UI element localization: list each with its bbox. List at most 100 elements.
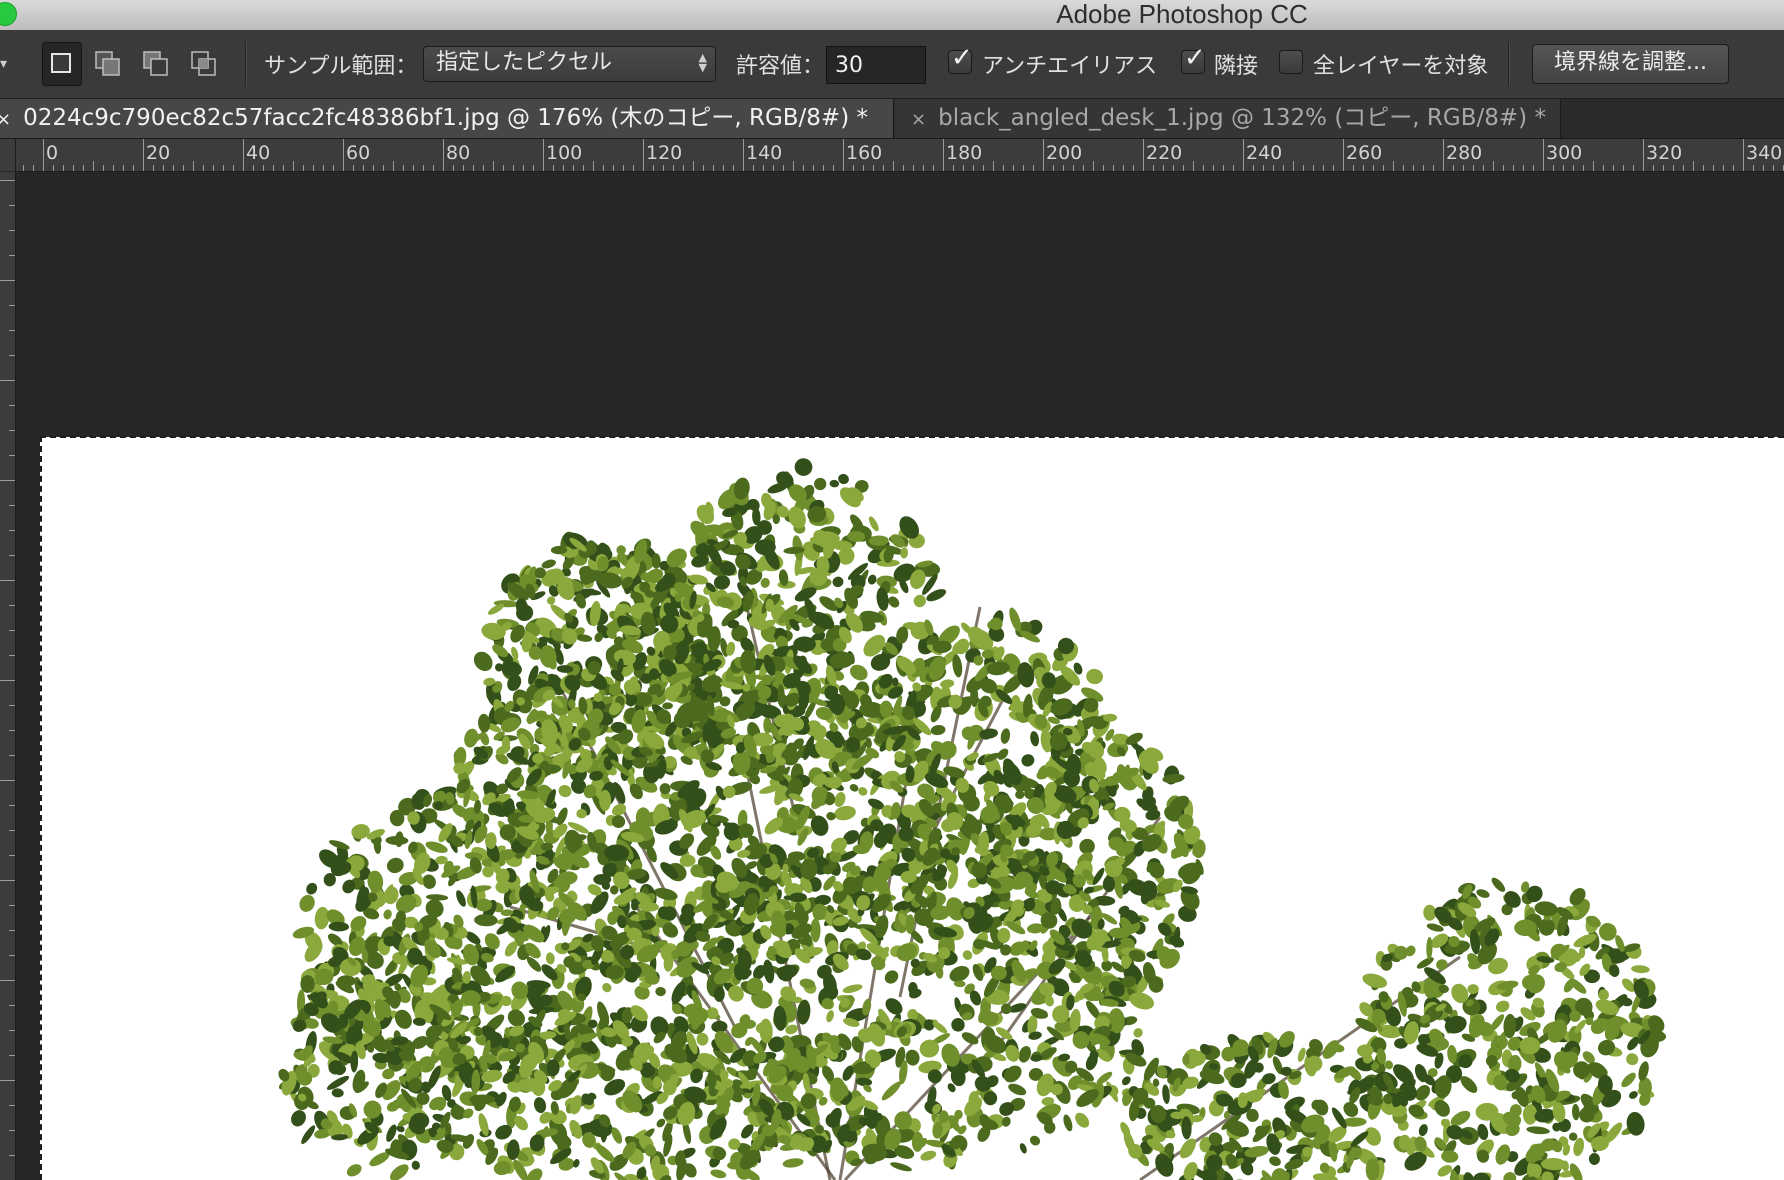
ruler-tick xyxy=(1033,165,1034,171)
ruler-label: 240 xyxy=(1246,142,1283,164)
ruler-tick xyxy=(1023,165,1024,171)
ruler-tick xyxy=(343,139,344,171)
ruler-origin[interactable] xyxy=(0,139,16,171)
ruler-tick xyxy=(9,605,15,606)
tree-leaf xyxy=(832,576,844,588)
ruler-tick xyxy=(9,1005,15,1006)
ruler-tick xyxy=(1043,139,1044,171)
ruler-tick xyxy=(553,165,554,171)
subtract-selection-button[interactable] xyxy=(136,42,176,86)
ruler-tick xyxy=(1343,139,1344,171)
anti-alias-label[interactable]: アンチエイリアス xyxy=(982,48,1157,80)
ruler-label: 260 xyxy=(1346,142,1383,164)
ruler-tick xyxy=(9,755,15,756)
sample-all-layers-label[interactable]: 全レイヤーを対象 xyxy=(1313,48,1488,80)
ruler-tick xyxy=(623,165,624,171)
ruler-tick xyxy=(413,165,414,171)
ruler-tick xyxy=(0,380,15,381)
tree-leaf xyxy=(306,882,318,895)
ruler-label: 140 xyxy=(746,142,783,164)
tree-leaf xyxy=(1121,1076,1131,1086)
tree-leaf xyxy=(473,651,493,672)
tree-leaf xyxy=(659,783,671,795)
tree-leaf xyxy=(1418,1124,1428,1137)
ruler-tick xyxy=(1593,161,1594,171)
ruler-tick xyxy=(1363,165,1364,171)
ruler-tick xyxy=(1203,165,1204,171)
horizontal-ruler[interactable]: 0 20 40 60 80 100 120 140 160 180 200 220 240 260 280 3… xyxy=(16,139,1784,172)
ruler-tick xyxy=(9,1155,15,1156)
ruler-tick xyxy=(363,165,364,171)
vertical-ruler[interactable] xyxy=(0,172,16,1180)
tree-leaf xyxy=(1029,1135,1041,1146)
ruler-tick xyxy=(1473,165,1474,171)
ruler-label: 280 xyxy=(1446,142,1483,164)
ruler-tick xyxy=(783,165,784,171)
ruler-tick xyxy=(1643,139,1644,171)
ruler-tick xyxy=(863,165,864,171)
add-selection-button[interactable] xyxy=(88,42,128,86)
close-icon[interactable]: × xyxy=(0,101,11,139)
select-updown-icon: ▲ ▼ xyxy=(698,51,707,74)
anti-alias-checkbox[interactable]: ✓ xyxy=(948,43,973,74)
ruler-tick xyxy=(193,161,194,171)
tab-document-tree[interactable]: × 0224c9c790ec82c57facc2fc48386bf1.jpg @ … xyxy=(0,99,894,138)
refine-edge-button[interactable]: 境界線を調整... xyxy=(1532,44,1729,84)
tree-leaf xyxy=(867,574,877,585)
tool-preset-dropdown-icon[interactable]: ▾ xyxy=(0,56,7,72)
tree-leaf xyxy=(456,890,466,907)
close-icon[interactable]: × xyxy=(911,101,926,139)
tree-leaf xyxy=(1588,1153,1600,1165)
ruler-label: 20 xyxy=(146,142,171,164)
ruler-tick xyxy=(63,165,64,171)
ruler-tick xyxy=(613,165,614,171)
document-canvas[interactable] xyxy=(40,437,1784,1180)
ruler-tick xyxy=(493,161,494,171)
tree-leaf xyxy=(556,807,568,826)
tree-leaf xyxy=(527,1168,543,1180)
ruler-tick xyxy=(733,165,734,171)
ruler-tick xyxy=(943,139,944,171)
contiguous-label[interactable]: 隣接 xyxy=(1214,48,1258,80)
ruler-label: 160 xyxy=(846,142,883,164)
ruler-tick xyxy=(73,165,74,171)
ruler-tick xyxy=(1063,165,1064,171)
new-selection-button[interactable] xyxy=(42,42,82,86)
ruler-tick xyxy=(1633,165,1634,171)
contiguous-checkbox[interactable]: ✓ xyxy=(1181,43,1206,74)
tree-leaf xyxy=(1519,1037,1541,1055)
ruler-tick xyxy=(1133,165,1134,171)
intersect-selection-button[interactable] xyxy=(184,42,224,86)
sample-size-select[interactable]: 指定したピクセル ▲ ▼ xyxy=(423,46,716,82)
ruler-tick xyxy=(153,165,154,171)
ruler-tick xyxy=(9,530,15,531)
sample-all-layers-checkbox[interactable] xyxy=(1279,50,1303,74)
ruler-label: 120 xyxy=(646,142,683,164)
ruler-tick xyxy=(0,680,15,681)
tree-leaf xyxy=(842,984,863,994)
ruler-tick xyxy=(983,165,984,171)
app-title: Adobe Photoshop CC xyxy=(1056,0,1308,29)
tree-leaf xyxy=(1441,1150,1459,1163)
tree-leaf xyxy=(386,857,404,874)
ruler-tick xyxy=(643,139,644,171)
ruler-tick xyxy=(423,165,424,171)
ruler-tick xyxy=(903,165,904,171)
ruler-tick xyxy=(963,165,964,171)
ruler-tick xyxy=(933,165,934,171)
tree-leaf xyxy=(1019,1143,1027,1154)
ruler-tick xyxy=(1693,161,1694,171)
ruler-tick xyxy=(973,165,974,171)
ruler-tick xyxy=(843,139,844,171)
tolerance-input[interactable]: 30 xyxy=(826,46,926,84)
ruler-tick xyxy=(293,161,294,171)
tab-document-desk[interactable]: × black_angled_desk_1.jpg @ 132% (コピー, RG… xyxy=(895,99,1561,138)
ruler-tick xyxy=(1193,161,1194,171)
ruler-tick xyxy=(9,805,15,806)
ruler-tick xyxy=(1353,165,1354,171)
tree-leaf xyxy=(411,1160,420,1170)
ruler-tick xyxy=(0,280,15,281)
ruler-tick xyxy=(503,165,504,171)
tree-leaf xyxy=(834,805,856,821)
tab-title: black_angled_desk_1.jpg @ 132% (コピー, RGB… xyxy=(938,105,1546,131)
